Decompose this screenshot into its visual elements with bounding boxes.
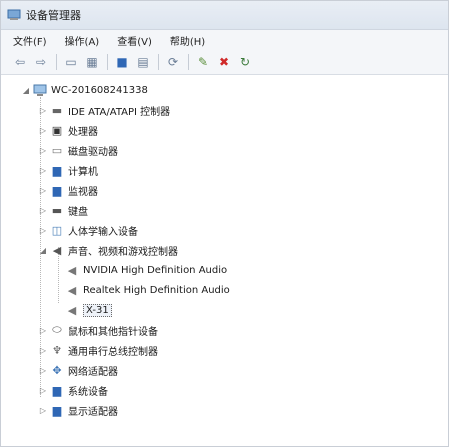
tree-item-label: 系统设备 <box>68 386 108 398</box>
tree-item-system-device[interactable]: ▷ ▆ 系统设备 <box>38 381 108 399</box>
ide-controller-icon: ▬ <box>51 103 63 117</box>
tree-item-hid[interactable]: ▷ ◫ 人体学输入设备 <box>38 221 138 239</box>
tree-item-realtek-audio[interactable]: ◀ Realtek High Definition Audio <box>65 281 230 299</box>
menu-bar: 文件(F) 操作(A) 查看(V) 帮助(H) <box>1 30 448 50</box>
collapse-arrow-icon[interactable]: ◢ <box>38 246 48 255</box>
tree-item-processor[interactable]: ▷ ▣ 处理器 <box>38 121 98 139</box>
processor-icon: ▣ <box>51 123 63 137</box>
scan-icon[interactable]: ⟳ <box>164 53 182 71</box>
system-device-icon: ▆ <box>52 383 62 397</box>
tree-item-nvidia-audio[interactable]: ◀ NVIDIA High Definition Audio <box>65 261 227 279</box>
tree-item-label: 处理器 <box>68 126 98 138</box>
computer-icon: ▆ <box>52 163 62 177</box>
expand-arrow-icon[interactable]: ▷ <box>38 366 48 375</box>
tree-item-label: 网络适配器 <box>68 366 118 378</box>
tree-item-label: NVIDIA High Definition Audio <box>83 264 228 276</box>
tree-item-ide-controller[interactable]: ▷ ▬ IDE ATA/ATAPI 控制器 <box>38 101 170 119</box>
menu-view[interactable]: 查看(V) <box>117 33 152 48</box>
tree-item-x31[interactable]: ◀ X-31 <box>65 301 112 319</box>
tree-item-label: 鼠标和其他指针设备 <box>68 326 158 338</box>
tree-item-label: X-31 <box>83 303 112 317</box>
tree-item-monitor[interactable]: ▷ ▆ 监视器 <box>38 181 98 199</box>
disk-drive-icon: ▭ <box>51 143 63 157</box>
display-adapter-icon: ▆ <box>52 403 62 417</box>
toolbar: ⇦ ⇨ ▭ ▦ ■ ▤ ⟳ ✎ ✖ ↻ <box>1 50 448 75</box>
computer-icon <box>33 83 47 97</box>
device-tree: ◢ WC-201608241338 ▷ ▬ IDE ATA/ATAPI 控制器 … <box>1 75 448 446</box>
expand-arrow-icon[interactable]: ▷ <box>38 186 48 195</box>
tree-item-network[interactable]: ▷ ✥ 网络适配器 <box>38 361 118 379</box>
help-grid-icon[interactable]: ▦ <box>83 53 101 71</box>
device-manager-window: 设备管理器 文件(F) 操作(A) 查看(V) 帮助(H) ⇦ ⇨ ▭ ▦ ■ … <box>0 0 449 447</box>
tree-root-label: WC-201608241338 <box>51 84 148 96</box>
monitor-icon: ▆ <box>52 183 62 197</box>
expand-arrow-icon[interactable]: ▷ <box>38 386 48 395</box>
expand-arrow-icon[interactable]: ▷ <box>38 226 48 235</box>
expand-arrow-icon[interactable]: ▷ <box>38 206 48 215</box>
tree-item-mouse[interactable]: ▷ ⬭ 鼠标和其他指针设备 <box>38 321 158 339</box>
tree-item-usb[interactable]: ▷ ♆ 通用串行总线控制器 <box>38 341 158 359</box>
hid-icon: ◫ <box>51 223 63 237</box>
expand-arrow-icon[interactable]: ▷ <box>38 106 48 115</box>
tree-item-label: 计算机 <box>68 166 98 178</box>
forward-icon[interactable]: ⇨ <box>32 53 50 71</box>
tree-item-label: 监视器 <box>68 186 98 198</box>
tree-root[interactable]: ◢ WC-201608241338 <box>21 81 148 99</box>
speaker-icon: ◀ <box>67 283 77 297</box>
tree-item-computer[interactable]: ▷ ▆ 计算机 <box>38 161 98 179</box>
expand-arrow-icon[interactable]: ▷ <box>38 146 48 155</box>
expand-arrow-icon[interactable]: ▷ <box>38 406 48 415</box>
collapse-arrow-icon[interactable]: ◢ <box>21 86 31 95</box>
toolbar-separator <box>56 54 57 70</box>
speaker-icon: ◀ <box>67 303 77 317</box>
sound-icon: ◀ <box>52 243 62 257</box>
tree-item-display-adapter[interactable]: ▷ ▆ 显示适配器 <box>38 401 118 419</box>
expand-arrow-icon[interactable]: ▷ <box>38 166 48 175</box>
uninstall-icon[interactable]: ↻ <box>236 53 254 71</box>
tree-item-label: Realtek High Definition Audio <box>83 284 230 296</box>
window-title: 设备管理器 <box>26 9 81 22</box>
update-driver-icon[interactable]: ✎ <box>194 53 212 71</box>
speaker-icon: ◀ <box>67 263 77 277</box>
keyboard-icon: ▬ <box>51 203 63 217</box>
expand-arrow-icon[interactable]: ▷ <box>38 326 48 335</box>
toolbar-separator <box>107 54 108 70</box>
menu-action[interactable]: 操作(A) <box>65 33 100 48</box>
disable-icon[interactable]: ✖ <box>215 53 233 71</box>
mouse-icon: ⬭ <box>52 323 62 336</box>
back-icon[interactable]: ⇦ <box>11 53 29 71</box>
list-icon[interactable]: ▤ <box>134 53 152 71</box>
menu-help[interactable]: 帮助(H) <box>170 33 205 48</box>
tree-item-label: 通用串行总线控制器 <box>68 346 158 358</box>
expand-arrow-icon[interactable]: ▷ <box>38 126 48 135</box>
tree-item-label: 磁盘驱动器 <box>68 146 118 158</box>
tree-item-label: 声音、视频和游戏控制器 <box>68 246 178 258</box>
toolbar-separator <box>188 54 189 70</box>
device-manager-icon <box>7 7 21 24</box>
network-icon: ✥ <box>52 363 62 377</box>
toolbar-separator <box>158 54 159 70</box>
expand-arrow-icon[interactable]: ▷ <box>38 346 48 355</box>
monitor-icon[interactable]: ■ <box>113 53 131 71</box>
usb-icon: ♆ <box>52 343 62 357</box>
properties-icon[interactable]: ▭ <box>62 53 80 71</box>
tree-item-label: IDE ATA/ATAPI 控制器 <box>68 106 171 118</box>
tree-item-label: 人体学输入设备 <box>68 226 138 238</box>
tree-item-label: 显示适配器 <box>68 406 118 418</box>
tree-item-keyboard[interactable]: ▷ ▬ 键盘 <box>38 201 88 219</box>
menu-file[interactable]: 文件(F) <box>13 33 47 48</box>
title-bar: 设备管理器 <box>1 1 448 30</box>
tree-item-sound[interactable]: ◢ ◀ 声音、视频和游戏控制器 <box>38 241 178 259</box>
tree-item-disk-drive[interactable]: ▷ ▭ 磁盘驱动器 <box>38 141 118 159</box>
tree-item-label: 键盘 <box>68 206 88 218</box>
